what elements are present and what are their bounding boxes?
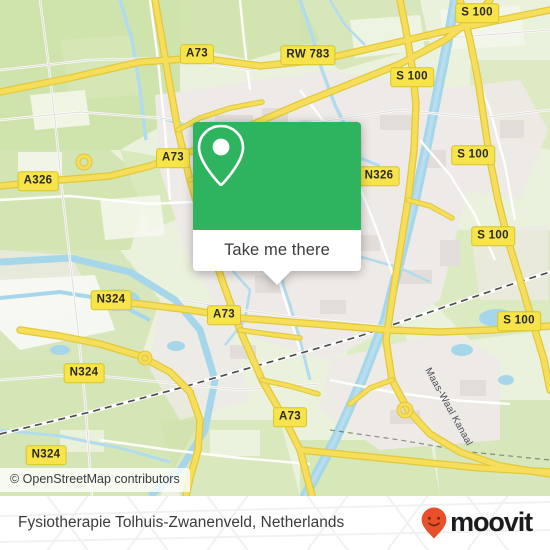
map-canvas[interactable]: Maas-Waal Kanaal S 100 A73 RW 783 S 100 … bbox=[0, 0, 550, 496]
road-shield-rw783[interactable]: RW 783 bbox=[280, 45, 336, 65]
moovit-brand[interactable]: moovit bbox=[419, 496, 533, 550]
road-shield-s100-right[interactable]: S 100 bbox=[471, 226, 515, 246]
take-me-there-label: Take me there bbox=[224, 241, 330, 259]
map-pin-icon bbox=[197, 124, 245, 187]
road-shield-a73-mid[interactable]: A73 bbox=[207, 305, 241, 325]
popup-header bbox=[193, 122, 361, 230]
place-title: Fysiotherapie Tolhuis-Zwanenveld, Nether… bbox=[18, 514, 345, 531]
road-shield-n324-bottom[interactable]: N324 bbox=[25, 445, 67, 465]
road-shield-s100-lower[interactable]: S 100 bbox=[497, 311, 541, 331]
popup-body: Take me there bbox=[193, 230, 361, 271]
moovit-wordmark: moovit bbox=[450, 506, 533, 537]
road-shield-a326[interactable]: A326 bbox=[17, 171, 59, 191]
road-shield-n324-mid[interactable]: N324 bbox=[90, 290, 132, 310]
road-shield-n326[interactable]: N326 bbox=[358, 166, 400, 186]
road-shield-s100-mid[interactable]: S 100 bbox=[451, 145, 495, 165]
osm-attribution[interactable]: © OpenStreetMap contributors bbox=[0, 468, 190, 492]
road-shield-s100-top[interactable]: S 100 bbox=[455, 3, 499, 23]
popup-tail bbox=[263, 271, 291, 285]
take-me-there-popup[interactable]: Take me there bbox=[193, 122, 361, 285]
road-shield-a73-left[interactable]: A73 bbox=[156, 148, 190, 168]
map-page: Maas-Waal Kanaal S 100 A73 RW 783 S 100 … bbox=[0, 0, 550, 550]
footer-bar: Fysiotherapie Tolhuis-Zwanenveld, Nether… bbox=[0, 496, 550, 550]
road-shield-a73-bottom[interactable]: A73 bbox=[273, 407, 307, 427]
road-shield-s100-upper[interactable]: S 100 bbox=[390, 67, 434, 87]
moovit-smiley-pin-icon bbox=[421, 507, 447, 539]
road-shield-a73-top[interactable]: A73 bbox=[180, 44, 214, 64]
road-shield-n324-lower[interactable]: N324 bbox=[63, 363, 105, 383]
